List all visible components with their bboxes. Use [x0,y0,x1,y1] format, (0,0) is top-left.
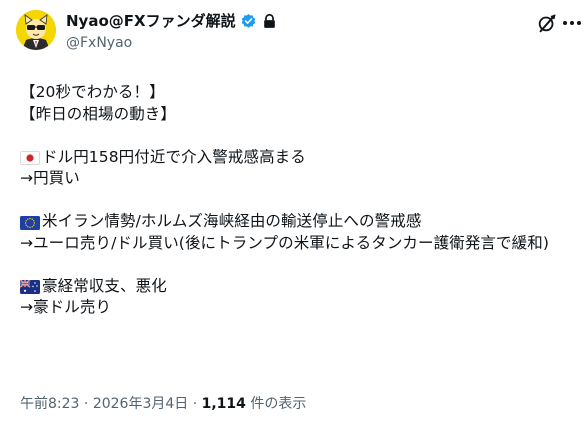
verified-badge-icon[interactable] [240,13,257,30]
author-name-row: Nyao@FXファンダ解説 [66,11,278,31]
author-handle[interactable]: @FxNyao [66,33,278,53]
post-body: 【20秒でわかる！】 【昨日の相場の動き】 ドル円158円付近で介入警戒感高まる… [19,82,571,319]
post-date[interactable]: 2026年3月4日 [93,396,188,412]
post-line-jpy-text: ドル円158円付近で介入警戒感高まる [42,147,306,166]
post-line-jpy-result: →円買い [20,169,80,187]
post-line-title: 【20秒でわかる！】 [20,83,165,101]
meta-separator: · [188,396,202,412]
more-icon[interactable] [561,14,583,32]
author-display-name[interactable]: Nyao@FXファンダ解説 [66,11,236,31]
post-line-aud: 豪経常収支、悪化 [19,276,571,298]
eu-flag-icon [20,215,40,230]
grok-icon[interactable] [536,12,558,34]
post-time[interactable]: 午前8:23 [20,396,79,412]
australia-flag-icon [19,279,40,295]
author-info: Nyao@FXファンダ解説 @FxNyao [66,11,278,53]
views-count[interactable]: 1,114 [202,396,246,412]
post-line-eur-text: 米イラン情勢/ホルムズ海峡経由の輸送停止への警戒感 [42,212,422,230]
post-card: Nyao@FXファンダ解説 @FxNyao 【20秒でわかる！】 【昨日の相場の… [0,0,587,422]
views-label: 件の表示 [245,396,307,412]
meta-separator: · [79,396,93,412]
avatar-image [16,10,56,50]
post-line-subtitle: 【昨日の相場の動き】 [20,104,177,123]
post-meta: 午前8:23 · 2026年3月4日 · 1,114 件の表示 [20,395,306,413]
post-line-eur: 米イラン情勢/ホルムズ海峡経由の輸送停止への警戒感 [20,211,571,233]
lock-icon [261,13,278,30]
post-line-aud-text: 豪経常収支、悪化 [42,276,167,295]
avatar[interactable] [16,10,56,50]
post-line-jpy: ドル円158円付近で介入警戒感高まる [20,147,571,169]
japan-flag-icon [20,150,40,166]
post-line-aud-result: →豪ドル売り [20,298,112,316]
post-line-eur-result: →ユーロ売り/ドル買い(後にトランプの米軍によるタンカー護衛発言で緩和) [20,233,549,252]
